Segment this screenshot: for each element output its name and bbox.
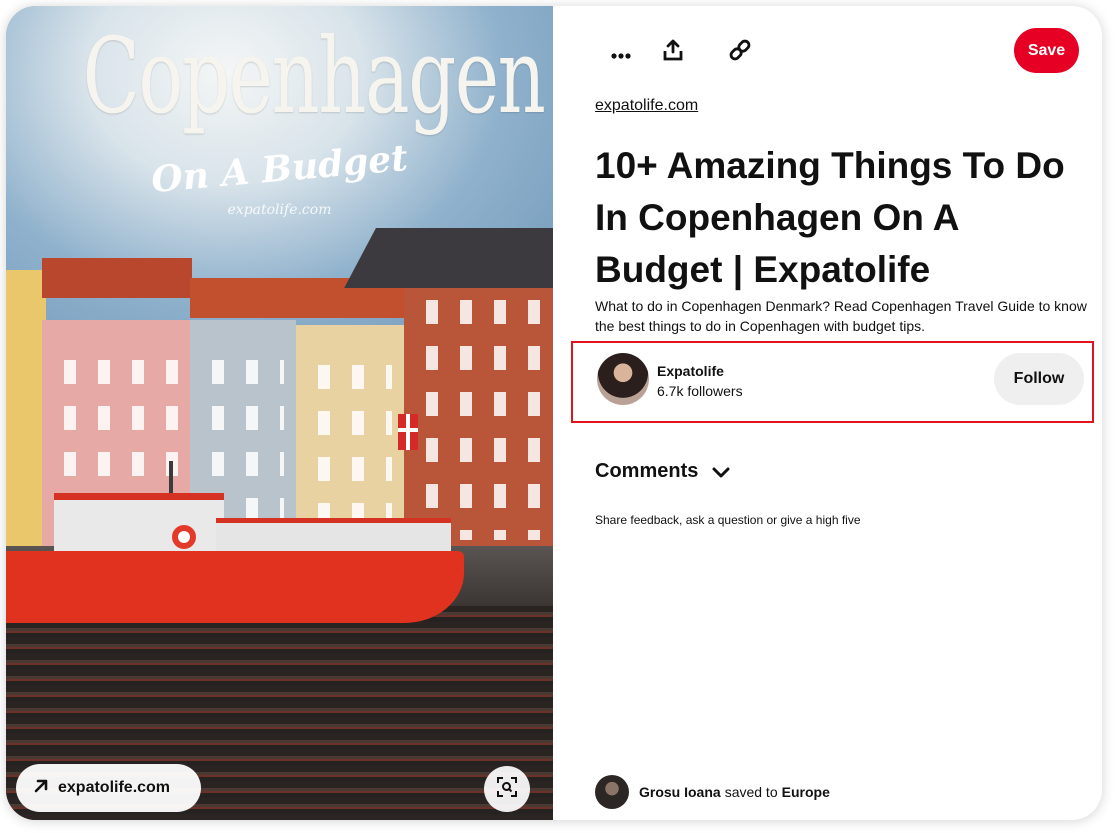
- save-button[interactable]: Save: [1014, 28, 1079, 73]
- pin-toolbar: Save: [553, 28, 1102, 78]
- board-name[interactable]: Europe: [782, 784, 830, 800]
- creator-avatar[interactable]: [597, 353, 649, 405]
- source-link[interactable]: expatolife.com: [595, 97, 698, 115]
- pin-title: 10+ Amazing Things To Do In Copenhagen O…: [595, 145, 1065, 290]
- saved-verb: saved to: [724, 784, 778, 800]
- more-dots-icon: [611, 42, 631, 65]
- comments-toggle[interactable]: Comments: [595, 460, 730, 483]
- pin-description: What to do in Copenhagen Denmark? Read C…: [595, 298, 1087, 334]
- share-icon: [663, 39, 683, 67]
- visual-search-button[interactable]: [484, 766, 530, 812]
- boat-hull: [6, 551, 464, 623]
- saver-name[interactable]: Grosu Ioana: [639, 784, 721, 800]
- share-button[interactable]: [653, 33, 693, 73]
- comments-heading: Comments: [595, 460, 699, 482]
- creator-followers: 6.7k followers: [657, 383, 743, 399]
- visual-search-icon: [496, 776, 518, 803]
- image-title-text: Copenhagen: [82, 15, 546, 137]
- building-cream: [296, 325, 404, 550]
- building-brick: [404, 260, 553, 550]
- roof-pink: [42, 258, 192, 298]
- visit-site-label: expatolife.com: [58, 779, 171, 796]
- saver-avatar[interactable]: [595, 775, 629, 809]
- comments-hint: Share feedback, ask a question or give a…: [595, 513, 861, 527]
- image-watermark-text: expatolife.com: [227, 202, 332, 218]
- creator-profile-highlighted: Expatolife 6.7k followers Follow: [571, 341, 1094, 423]
- danish-flag: [398, 414, 418, 450]
- chevron-down-icon: [712, 463, 730, 481]
- link-icon: [728, 38, 752, 68]
- visit-site-button[interactable]: expatolife.com: [16, 764, 201, 812]
- copy-link-button[interactable]: [720, 33, 760, 73]
- more-options-button[interactable]: [601, 33, 641, 73]
- saved-by-row: Grosu Ioana saved to Europe: [595, 774, 830, 810]
- windows: [308, 365, 392, 540]
- windows: [416, 300, 541, 540]
- arrow-up-right-icon: [32, 777, 50, 799]
- lifering: [172, 525, 196, 549]
- follow-button[interactable]: Follow: [994, 353, 1084, 405]
- building-yellow: [6, 270, 46, 550]
- pin-detail-panel: Save expatolife.com 10+ Amazing Things T…: [553, 6, 1102, 820]
- creator-name[interactable]: Expatolife: [657, 363, 724, 379]
- pin-closeup-card: Copenhagen On A Budget expatolife.com ex…: [6, 6, 1102, 820]
- pin-image[interactable]: Copenhagen On A Budget expatolife.com ex…: [6, 6, 553, 820]
